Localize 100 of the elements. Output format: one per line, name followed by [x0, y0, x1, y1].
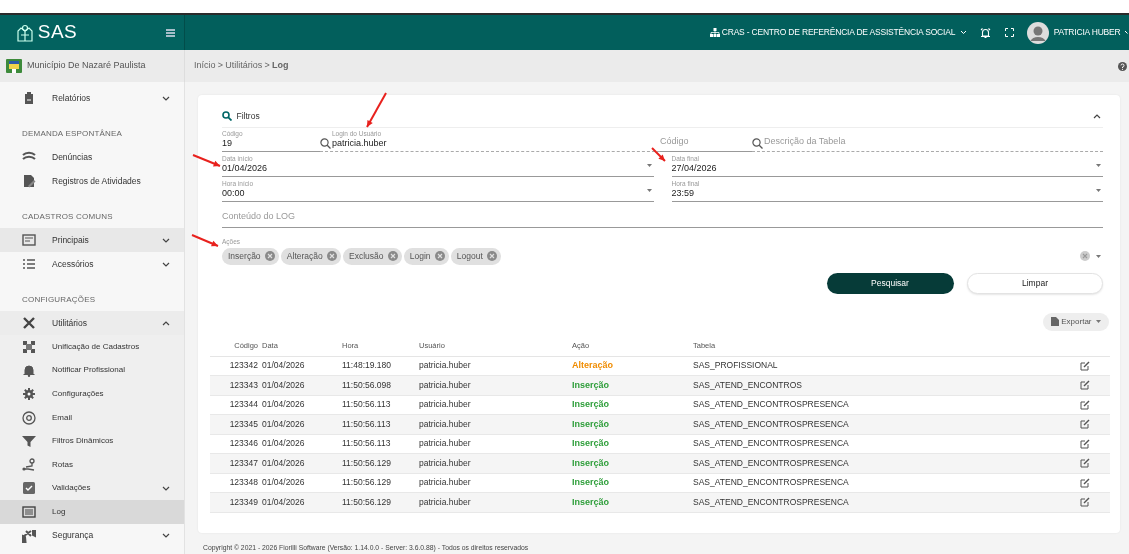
- dropdown-caret-icon[interactable]: [646, 164, 652, 167]
- table-cell-text: 123342: [228, 359, 259, 373]
- collapse-icon[interactable]: [1092, 113, 1101, 119]
- fullscreen-icon[interactable]: [1004, 28, 1014, 37]
- alarm-icon[interactable]: [980, 27, 992, 38]
- help-icon[interactable]: [1117, 61, 1127, 71]
- chevron-down-icon[interactable]: [162, 237, 170, 243]
- table-cell-text: 01/04/2026: [262, 495, 306, 509]
- menu-item-icon: [22, 434, 36, 449]
- table-cell-text: SAS_ATEND_ENCONTROSPRESENCA: [693, 437, 850, 451]
- user-name[interactable]: PATRICIA HUBER: [1053, 26, 1121, 39]
- menu-label: Configurações: [52, 388, 105, 400]
- log-content-field[interactable]: Conteúdo do LOG: [222, 210, 1103, 227]
- filter-chip[interactable]: Exclusão: [343, 247, 402, 265]
- dropdown-caret-icon[interactable]: [1096, 254, 1101, 258]
- menu-item[interactable]: Registros de Atividades: [0, 169, 184, 193]
- menu-item[interactable]: Principais: [0, 228, 184, 252]
- unit-selector[interactable]: CRAS - CENTRO DE REFERÊNCIA DE ASSISTÊNCIA SOCIAL: [721, 26, 956, 39]
- remove-icon[interactable]: [326, 251, 337, 262]
- table-cell-text: 123346: [228, 437, 259, 451]
- field-value: 19: [222, 137, 232, 150]
- search-button[interactable]: Pesquisar: [826, 272, 954, 294]
- edit-icon[interactable]: [1080, 360, 1090, 371]
- edit-icon[interactable]: [1080, 419, 1090, 430]
- edit-icon[interactable]: [1080, 380, 1090, 391]
- clear-button[interactable]: Limpar: [967, 272, 1103, 294]
- menu-item[interactable]: Relatórios: [0, 86, 184, 110]
- coat-of-arms-icon: [4, 58, 23, 74]
- table-cell-text: patricia.huber: [419, 456, 472, 470]
- filter-chip[interactable]: Inserção: [222, 247, 279, 265]
- action-label: Inserção: [572, 418, 610, 429]
- submenu-item[interactable]: Filtros Dinâmicos: [0, 429, 184, 453]
- remove-icon[interactable]: [486, 251, 497, 262]
- table-cell-text: 11:50:56.113: [342, 437, 392, 451]
- menu-item-icon: [22, 481, 36, 496]
- action-label: Inserção: [572, 379, 610, 390]
- remove-icon[interactable]: [434, 251, 445, 262]
- dropdown-caret-icon[interactable]: [1096, 189, 1101, 192]
- chevron-down-icon[interactable]: [162, 485, 170, 491]
- filter-chip[interactable]: Alteração: [280, 247, 341, 265]
- submenu-item[interactable]: Unificação de Cadastros: [0, 335, 184, 359]
- chevron-down-icon[interactable]: [162, 261, 170, 267]
- menu-item-icon: [22, 387, 36, 401]
- table-code-field[interactable]: Código: [660, 134, 752, 151]
- export-button[interactable]: Exportar: [1043, 312, 1109, 331]
- edit-icon[interactable]: [1080, 399, 1090, 410]
- sitemap-icon: [709, 28, 720, 37]
- field-value: 23:59: [671, 187, 696, 200]
- edit-icon[interactable]: [1080, 438, 1090, 449]
- remove-icon[interactable]: [264, 251, 275, 262]
- chevron-up-icon[interactable]: [162, 320, 170, 326]
- submenu-item[interactable]: Validações: [0, 476, 184, 501]
- menu-item[interactable]: Segurança: [0, 523, 184, 548]
- chip-label: Logout: [456, 249, 483, 263]
- table-cell-text: 01/04/2026: [262, 378, 306, 392]
- filter-chip[interactable]: Login: [403, 247, 449, 265]
- chip-label: Exclusão: [349, 249, 384, 263]
- table-description-field[interactable]: Descrição da Tabela: [764, 134, 1103, 151]
- breadcrumb-link[interactable]: Início: [194, 59, 216, 73]
- breadcrumb-separator: >: [217, 59, 224, 73]
- search-icon: [752, 138, 763, 149]
- submenu-item[interactable]: Email: [0, 405, 184, 430]
- menu-icon[interactable]: [166, 28, 175, 37]
- breadcrumb-link[interactable]: Log: [272, 59, 289, 73]
- filter-chip[interactable]: Logout: [450, 247, 501, 265]
- table-cell-text: SAS_ATEND_ENCONTROSPRESENCA: [693, 417, 850, 431]
- annotation-arrow: [192, 154, 221, 168]
- table-cell-text: patricia.huber: [419, 359, 472, 373]
- chevron-down-icon[interactable]: [162, 533, 170, 539]
- table-cell-text: 01/04/2026: [262, 456, 306, 470]
- table-cell-text: 11:48:19.180: [342, 359, 392, 373]
- table-cell-text: SAS_ATEND_ENCONTROSPRESENCA: [693, 495, 850, 509]
- clear-icon[interactable]: [1079, 251, 1090, 262]
- avatar-icon[interactable]: [1027, 21, 1050, 44]
- menu-item[interactable]: Utilitários: [0, 311, 184, 335]
- section-heading: DEMANDA ESPONTÂNEA: [21, 128, 124, 140]
- breadcrumb-link[interactable]: Utilitários: [225, 59, 263, 73]
- submenu-item[interactable]: Notificar Profissional: [0, 358, 184, 383]
- edit-icon[interactable]: [1080, 497, 1090, 508]
- menu-item[interactable]: Acessórios: [0, 252, 184, 276]
- menu-label: Log: [52, 505, 67, 518]
- action-label: Inserção: [572, 399, 610, 409]
- annotation-arrow: [651, 147, 666, 162]
- chevron-down-icon[interactable]: [162, 95, 170, 101]
- edit-icon[interactable]: [1080, 477, 1090, 488]
- action-label: Alteração: [572, 360, 614, 370]
- table-cell-text: 123345: [228, 417, 259, 431]
- menu-label: Filtros Dinâmicos: [52, 435, 115, 448]
- menu-label: Unificação de Cadastros: [52, 340, 141, 353]
- table-cell-text: 01/04/2026: [262, 359, 306, 373]
- submenu-item[interactable]: Configurações: [0, 382, 184, 406]
- remove-icon[interactable]: [387, 251, 398, 262]
- submenu-item[interactable]: Log: [0, 500, 184, 524]
- submenu-item[interactable]: Rotas: [0, 452, 184, 477]
- menu-item-icon: [22, 174, 36, 188]
- dropdown-caret-icon[interactable]: [1096, 164, 1101, 167]
- dropdown-caret-icon[interactable]: [646, 189, 652, 192]
- menu-item[interactable]: Denúncias: [0, 145, 184, 169]
- menu-item-icon: [22, 504, 36, 519]
- edit-icon[interactable]: [1080, 458, 1090, 469]
